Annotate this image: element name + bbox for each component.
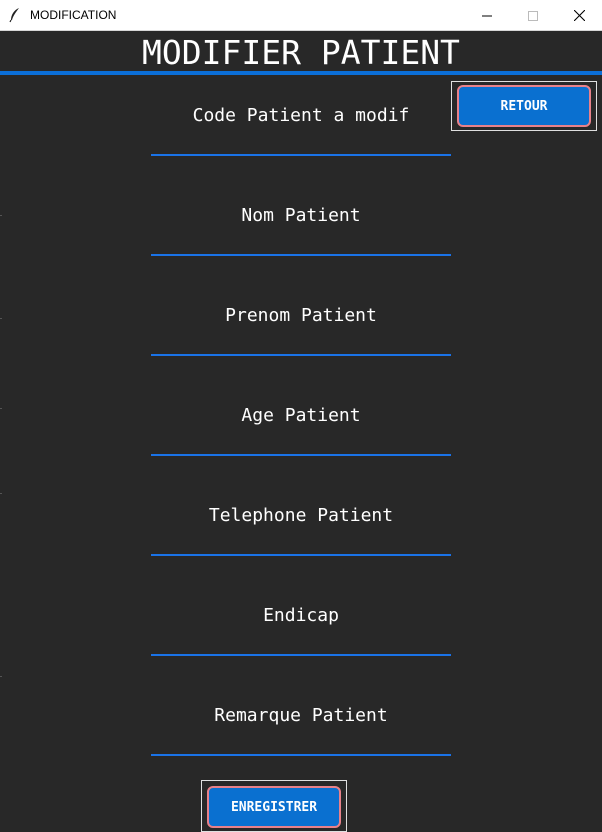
window-title: MODIFICATION [30,8,117,22]
close-button[interactable] [556,0,602,30]
close-icon [573,6,585,25]
code-patient-input[interactable] [151,75,451,155]
field-remarque-patient [151,675,451,756]
maximize-icon [528,6,538,25]
edge-mark [0,676,2,677]
feather-icon [8,7,22,23]
field-underline [151,454,451,456]
field-underline [151,154,451,156]
field-telephone-patient [151,475,451,556]
prenom-patient-input[interactable] [151,275,451,355]
field-age-patient [151,375,451,456]
nom-patient-input[interactable] [151,175,451,255]
minimize-button[interactable] [464,0,510,30]
field-underline [151,754,451,756]
field-underline [151,254,451,256]
field-underline [151,654,451,656]
telephone-patient-input[interactable] [151,475,451,555]
edge-mark [0,493,2,494]
field-nom-patient [151,175,451,256]
field-prenom-patient [151,275,451,356]
age-patient-input[interactable] [151,375,451,455]
remarque-patient-input[interactable] [151,675,451,755]
minimize-icon [482,6,492,25]
field-code-patient [151,75,451,156]
endicap-input[interactable] [151,575,451,655]
window-titlebar: MODIFICATION [0,0,602,31]
edge-mark [0,215,2,216]
maximize-button[interactable] [510,0,556,30]
field-endicap [151,575,451,656]
back-button[interactable]: RETOUR [457,85,591,127]
field-underline [151,354,451,356]
field-underline [151,554,451,556]
page-title: MODIFIER PATIENT [142,33,460,72]
edge-mark [0,408,2,409]
edge-mark [0,318,2,319]
save-button[interactable]: ENREGISTRER [207,786,341,828]
